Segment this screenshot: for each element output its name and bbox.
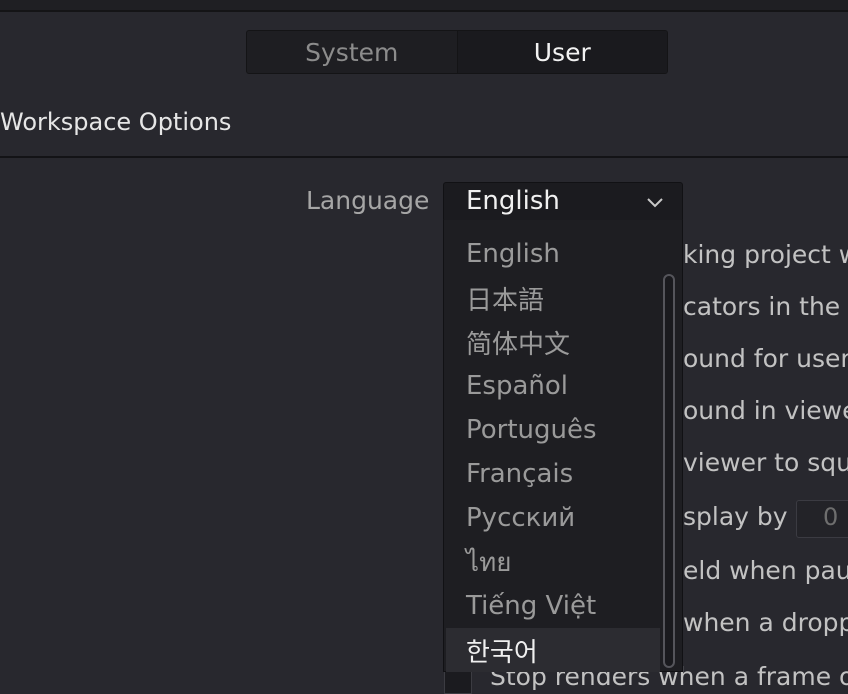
setting-row-label: king project w [683,240,848,269]
language-option[interactable]: Français [446,452,660,496]
system-user-toggle: System User [246,30,668,74]
language-option[interactable]: English [446,232,660,276]
setting-row-label: cators in the u [683,292,848,321]
title-divider [0,0,848,12]
setting-row-label: ound in viewe [683,396,848,425]
tab-user[interactable]: User [456,31,667,73]
language-label: Language [306,186,430,215]
section-title: Workspace Options [0,108,232,136]
language-dropdown-list: English 日本語 简体中文 Español Português Franç… [443,220,683,672]
setting-row-label: viewer to squa [683,448,848,477]
chevron-down-icon [647,198,663,208]
section-divider [0,156,848,158]
setting-row-label: when a droppe [683,608,848,637]
language-option[interactable]: Tiếng Việt [446,584,660,628]
language-option[interactable]: 日本語 [446,276,660,320]
setting-row-label: ound for user [683,344,848,373]
dropdown-scrollbar[interactable] [663,274,675,668]
frames-number-field[interactable]: 0 [796,500,848,538]
tab-system[interactable]: System [247,31,457,73]
language-option[interactable]: Русский [446,496,660,540]
language-option[interactable]: 简体中文 [446,320,660,364]
language-option[interactable]: ไทย [446,540,660,584]
setting-row-label: splay by [683,502,788,531]
language-option[interactable]: 한국어 [446,628,660,672]
language-option[interactable]: Español [446,364,660,408]
language-select-value: English [466,186,560,216]
frames-number-value: 0 [823,503,839,531]
setting-row-label: eld when paus [683,556,848,585]
language-select[interactable]: English [443,182,683,222]
language-option[interactable]: Português [446,408,660,452]
